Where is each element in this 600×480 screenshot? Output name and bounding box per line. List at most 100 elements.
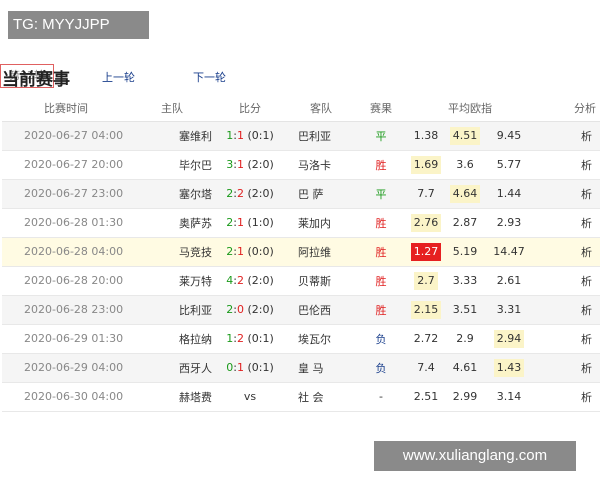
match-result: 平 <box>356 121 406 151</box>
away-team[interactable]: 埃瓦尔 <box>286 324 356 354</box>
analysis-link[interactable]: 析 <box>534 353 600 383</box>
away-team[interactable]: 阿拉维 <box>286 237 356 267</box>
analysis-link[interactable]: 析 <box>534 324 600 354</box>
score: 2:2 (2:0) <box>214 179 286 209</box>
odds-value: 2.99 <box>452 389 478 403</box>
away-team[interactable]: 贝蒂斯 <box>286 266 356 296</box>
table-row[interactable]: 2020-06-27 20:00 毕尔巴 3:1 (2:0) 马洛卡胜 1.69 3.6 5… <box>2 150 600 180</box>
table-row[interactable]: 2020-06-28 01:30 奥萨苏 2:1 (1:0) 莱加内胜 2.76 2.87… <box>2 208 600 238</box>
analysis-link[interactable]: 析 <box>534 237 600 267</box>
away-team[interactable]: 巴伦西 <box>286 295 356 325</box>
odds-value: 1.27 <box>410 242 442 261</box>
away-score: 0 <box>236 303 244 316</box>
analysis-link[interactable]: 析 <box>534 208 600 238</box>
odds-cell: 3.33 <box>446 266 484 296</box>
analysis-link[interactable]: 析 <box>534 179 600 209</box>
table-row[interactable]: 2020-06-28 20:00 莱万特 4:2 (2:0) 贝蒂斯胜 2.7 3.33 2… <box>2 266 600 296</box>
analysis-link[interactable]: 析 <box>534 295 600 325</box>
odds-value: 2.15 <box>410 300 442 319</box>
odds-cell: 5.77 <box>484 150 535 180</box>
home-team[interactable]: 西牙人 <box>130 353 214 383</box>
analysis-link[interactable]: 析 <box>534 121 600 151</box>
odds-cell: 2.15 <box>406 295 446 325</box>
odds-value: 3.51 <box>452 302 478 316</box>
away-score: 1 <box>236 129 244 142</box>
table-row[interactable]: 2020-06-28 04:00 马竞技 2:1 (0:0) 阿拉维胜 1.27 5.19… <box>2 237 600 267</box>
away-team[interactable]: 马洛卡 <box>286 150 356 180</box>
odds-value: 7.4 <box>417 360 435 374</box>
home-team[interactable]: 塞维利 <box>130 121 214 151</box>
score: vs <box>214 382 286 412</box>
odds-value: 1.44 <box>496 186 522 200</box>
odds-value: 4.51 <box>449 126 481 145</box>
odds-value: 3.33 <box>452 273 478 287</box>
col-header-home: 主队 <box>130 95 214 122</box>
match-time: 2020-06-28 20:00 <box>2 266 130 296</box>
home-score: 2 <box>226 245 234 258</box>
home-team[interactable]: 格拉纳 <box>130 324 214 354</box>
home-score: 2 <box>226 187 234 200</box>
odds-value: 9.45 <box>496 128 522 142</box>
page-title: 当前赛事 <box>2 70 70 90</box>
next-round-link[interactable]: 下一轮 <box>193 69 226 85</box>
vs-label: vs <box>243 390 257 403</box>
match-table: 比赛时间 主队 比分 客队 赛果 平均欧指 分析 2020-06-27 04:0… <box>2 95 600 412</box>
away-team[interactable]: 巴 萨 <box>286 179 356 209</box>
odds-value: 2.94 <box>493 329 525 348</box>
analysis-link[interactable]: 析 <box>534 382 600 412</box>
table-row[interactable]: 2020-06-28 23:00 比利亚 2:0 (2:0) 巴伦西胜 2.15 3.51… <box>2 295 600 325</box>
match-rows: 2020-06-27 04:00 塞维利 1:1 (0:1) 巴利亚平 1.38 4.51… <box>2 121 600 412</box>
away-team[interactable]: 巴利亚 <box>286 121 356 151</box>
half-score: (2:0) <box>247 187 274 200</box>
odds-value: 3.31 <box>496 302 522 316</box>
away-score: 1 <box>236 158 244 171</box>
odds-cell: 2.61 <box>484 266 535 296</box>
odds-value: 5.77 <box>496 157 522 171</box>
away-team[interactable]: 皇 马 <box>286 353 356 383</box>
odds-value: 4.64 <box>449 184 481 203</box>
odds-value: 1.38 <box>413 128 439 142</box>
odds-cell: 3.14 <box>484 382 535 412</box>
match-result: 负 <box>356 353 406 383</box>
table-row[interactable]: 2020-06-30 04:00 赫塔费 vs 社 会 -2.51 2.99 3.14 析 <box>2 382 600 412</box>
home-team[interactable]: 毕尔巴 <box>130 150 214 180</box>
home-score: 1 <box>226 332 234 345</box>
odds-cell: 1.43 <box>484 353 535 383</box>
home-team[interactable]: 比利亚 <box>130 295 214 325</box>
home-score: 1 <box>226 129 234 142</box>
watermark-top-left: TG: MYYJJPP <box>8 11 149 39</box>
analysis-link[interactable]: 析 <box>534 150 600 180</box>
score: 1:1 (0:1) <box>214 121 286 151</box>
table-row[interactable]: 2020-06-29 01:30 格拉纳 1:2 (0:1) 埃瓦尔负 2.72 2.9 2… <box>2 324 600 354</box>
prev-round-link[interactable]: 上一轮 <box>102 69 135 85</box>
watermark-bottom-right: www.xulianglang.com <box>374 441 576 471</box>
odds-cell: 7.4 <box>406 353 446 383</box>
home-team[interactable]: 莱万特 <box>130 266 214 296</box>
away-score: 2 <box>236 187 244 200</box>
match-time: 2020-06-27 04:00 <box>2 121 130 151</box>
score: 3:1 (2:0) <box>214 150 286 180</box>
away-team[interactable]: 社 会 <box>286 382 356 412</box>
round-header: 当前赛事 上一轮 第32轮 下一轮 <box>0 64 600 90</box>
match-result: 胜 <box>356 150 406 180</box>
score: 2:1 (0:0) <box>214 237 286 267</box>
score: 1:2 (0:1) <box>214 324 286 354</box>
match-result: 胜 <box>356 266 406 296</box>
half-score: (1:0) <box>247 216 274 229</box>
half-score: (0:1) <box>247 332 274 345</box>
match-time: 2020-06-30 04:00 <box>2 382 130 412</box>
analysis-link[interactable]: 析 <box>534 266 600 296</box>
table-row[interactable]: 2020-06-27 23:00 塞尔塔 2:2 (2:0) 巴 萨平 7.7 4.64 1… <box>2 179 600 209</box>
odds-value: 1.43 <box>493 358 525 377</box>
table-row[interactable]: 2020-06-27 04:00 塞维利 1:1 (0:1) 巴利亚平 1.38 4.51… <box>2 121 600 151</box>
odds-cell: 1.38 <box>406 121 446 151</box>
home-team[interactable]: 赫塔费 <box>130 382 214 412</box>
away-score: 2 <box>236 332 244 345</box>
table-row[interactable]: 2020-06-29 04:00 西牙人 0:1 (0:1) 皇 马负 7.4 4.61 1… <box>2 353 600 383</box>
home-team[interactable]: 马竞技 <box>130 237 214 267</box>
odds-cell: 2.93 <box>484 208 535 238</box>
away-team[interactable]: 莱加内 <box>286 208 356 238</box>
match-time: 2020-06-27 23:00 <box>2 179 130 209</box>
home-team[interactable]: 塞尔塔 <box>130 179 214 209</box>
home-team[interactable]: 奥萨苏 <box>130 208 214 238</box>
